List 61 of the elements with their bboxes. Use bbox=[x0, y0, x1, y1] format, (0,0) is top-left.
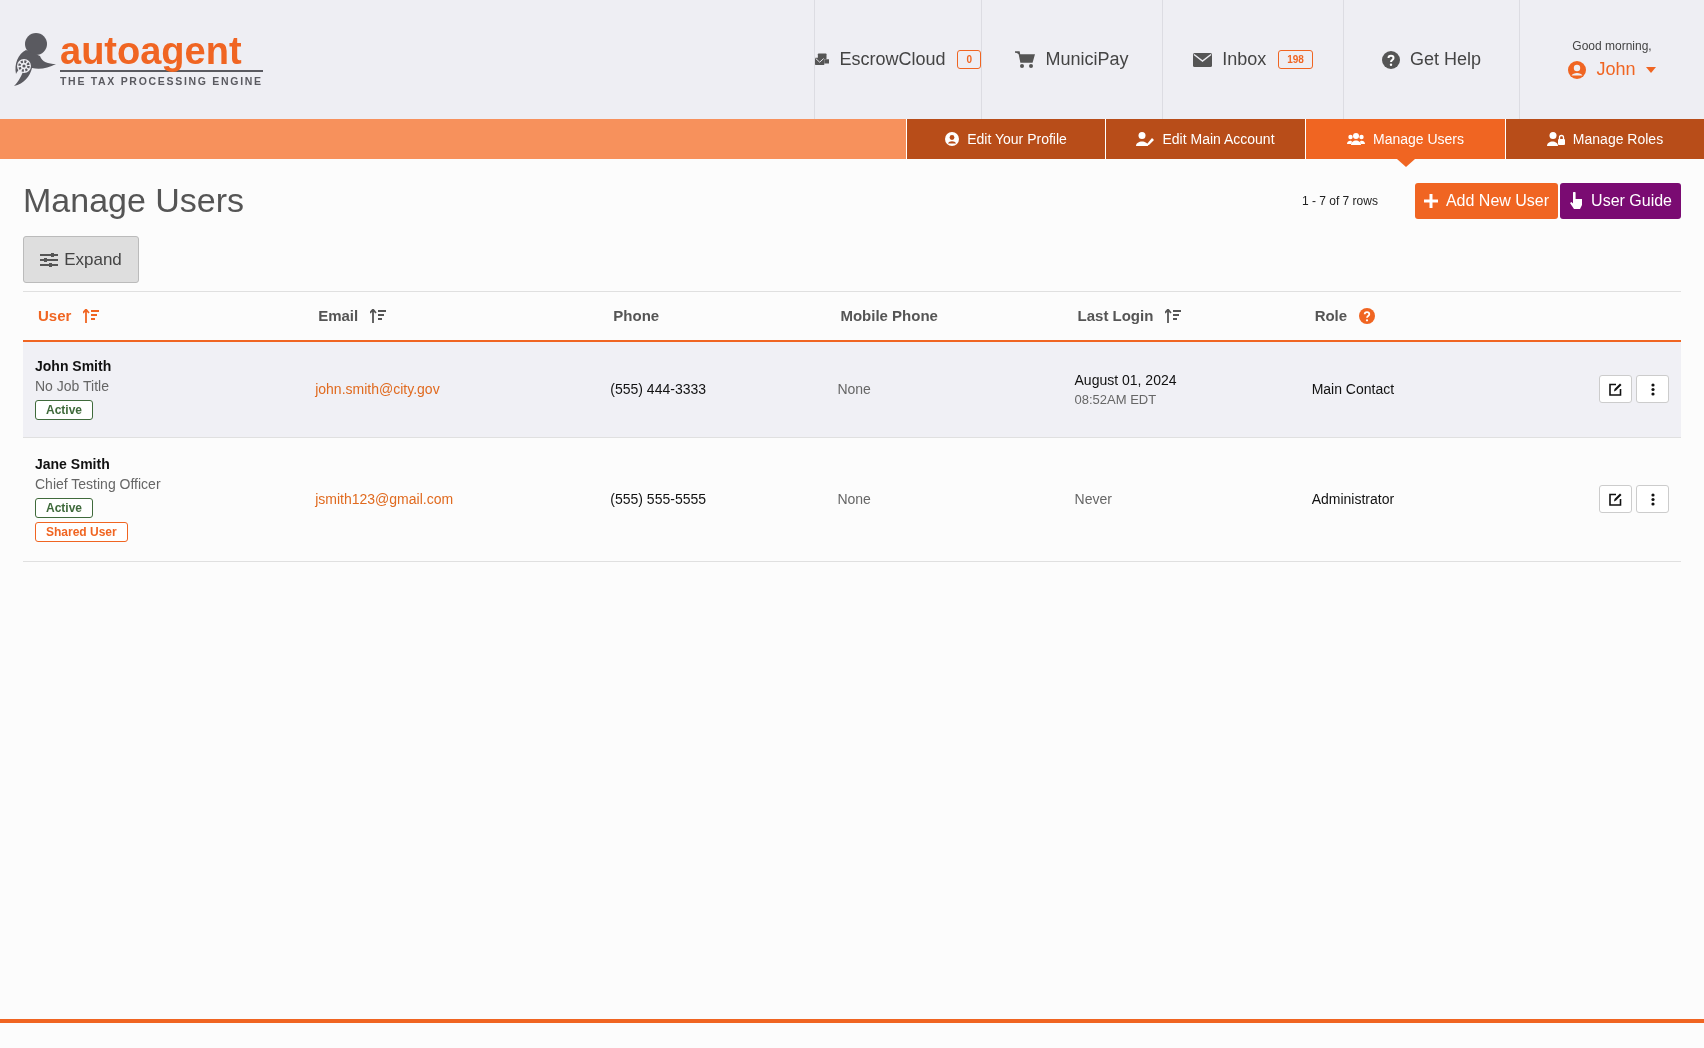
add-user-button[interactable]: Add New User bbox=[1414, 182, 1559, 219]
logo-wordmark: autoagent bbox=[60, 32, 263, 72]
column-header[interactable]: Email bbox=[318, 307, 387, 324]
column-header: Phone bbox=[613, 307, 660, 324]
envelope-icon bbox=[1193, 52, 1213, 67]
tab[interactable]: Edit Main Account bbox=[1105, 119, 1305, 159]
phone-text: (555) 555-5555 bbox=[610, 491, 707, 507]
login-date: August 01, 2024 bbox=[1074, 371, 1178, 388]
column-header: Mobile Phone bbox=[840, 307, 938, 324]
role-text: Administrator bbox=[1311, 491, 1395, 507]
edit-icon bbox=[1609, 492, 1622, 506]
column-header[interactable]: Last Login bbox=[1077, 307, 1182, 324]
sort-icon bbox=[370, 308, 387, 323]
edit-button[interactable] bbox=[1599, 375, 1632, 404]
user-guide-button[interactable]: User Guide bbox=[1560, 182, 1681, 219]
greeting-text: Good morning, bbox=[1572, 39, 1652, 53]
users-icon bbox=[1346, 133, 1365, 145]
user-name: John Smith bbox=[35, 358, 112, 375]
tab-pointer-icon bbox=[1396, 159, 1415, 167]
status-tag: Active bbox=[35, 400, 94, 421]
pointing-hand-icon bbox=[1569, 192, 1584, 209]
help-icon bbox=[1381, 50, 1400, 69]
tab[interactable]: Manage Roles bbox=[1505, 119, 1704, 159]
user-menu-dropdown[interactable]: John bbox=[1568, 59, 1656, 80]
logo-tagline: THE TAX PROCESSING ENGINE bbox=[60, 74, 263, 87]
edit-icon bbox=[1609, 382, 1622, 396]
page-title: Manage Users bbox=[23, 181, 245, 220]
job-title: No Job Title bbox=[35, 378, 109, 395]
login-time: 08:52AM EDT bbox=[1074, 391, 1158, 407]
expand-button[interactable]: Expand bbox=[23, 236, 139, 283]
edit-button[interactable] bbox=[1599, 485, 1632, 513]
role-text: Main Contact bbox=[1311, 381, 1395, 398]
count-badge: 198 bbox=[1278, 50, 1313, 69]
job-title: Chief Testing Officer bbox=[35, 476, 161, 492]
email-link[interactable]: jsmith123@gmail.com bbox=[315, 491, 454, 507]
cart-icon bbox=[1015, 50, 1036, 69]
tab[interactable]: Edit Your Profile bbox=[906, 119, 1105, 159]
login-never-text: Never bbox=[1074, 491, 1112, 507]
email-link[interactable]: john.smith@city.gov bbox=[315, 381, 440, 398]
user-circle-icon bbox=[945, 132, 960, 146]
sliders-icon bbox=[40, 252, 59, 267]
caret-icon bbox=[1645, 66, 1656, 73]
status-tag: Active bbox=[35, 498, 94, 518]
kebab-icon bbox=[1650, 492, 1655, 506]
count-badge: 0 bbox=[957, 50, 981, 69]
user-name: Jane Smith bbox=[35, 456, 110, 472]
sort-icon bbox=[83, 308, 100, 323]
column-header[interactable]: User bbox=[38, 307, 100, 324]
plus-icon bbox=[1423, 193, 1438, 208]
user-pen-icon bbox=[1136, 132, 1155, 146]
user-avatar-icon bbox=[1568, 60, 1587, 79]
mobile-phone-text: None bbox=[837, 381, 871, 398]
column-header: Role bbox=[1314, 307, 1376, 324]
user-lock-icon bbox=[1546, 132, 1565, 146]
phone-text: (555) 444-3333 bbox=[610, 381, 707, 398]
kebab-icon bbox=[1650, 382, 1655, 396]
shared-user-tag: Shared User bbox=[35, 522, 128, 542]
row-count: 1 - 7 of 7 rows bbox=[1301, 193, 1378, 208]
sort-icon bbox=[1165, 308, 1182, 323]
help-icon[interactable] bbox=[1359, 307, 1376, 324]
mobile-phone-text: None bbox=[837, 491, 871, 507]
